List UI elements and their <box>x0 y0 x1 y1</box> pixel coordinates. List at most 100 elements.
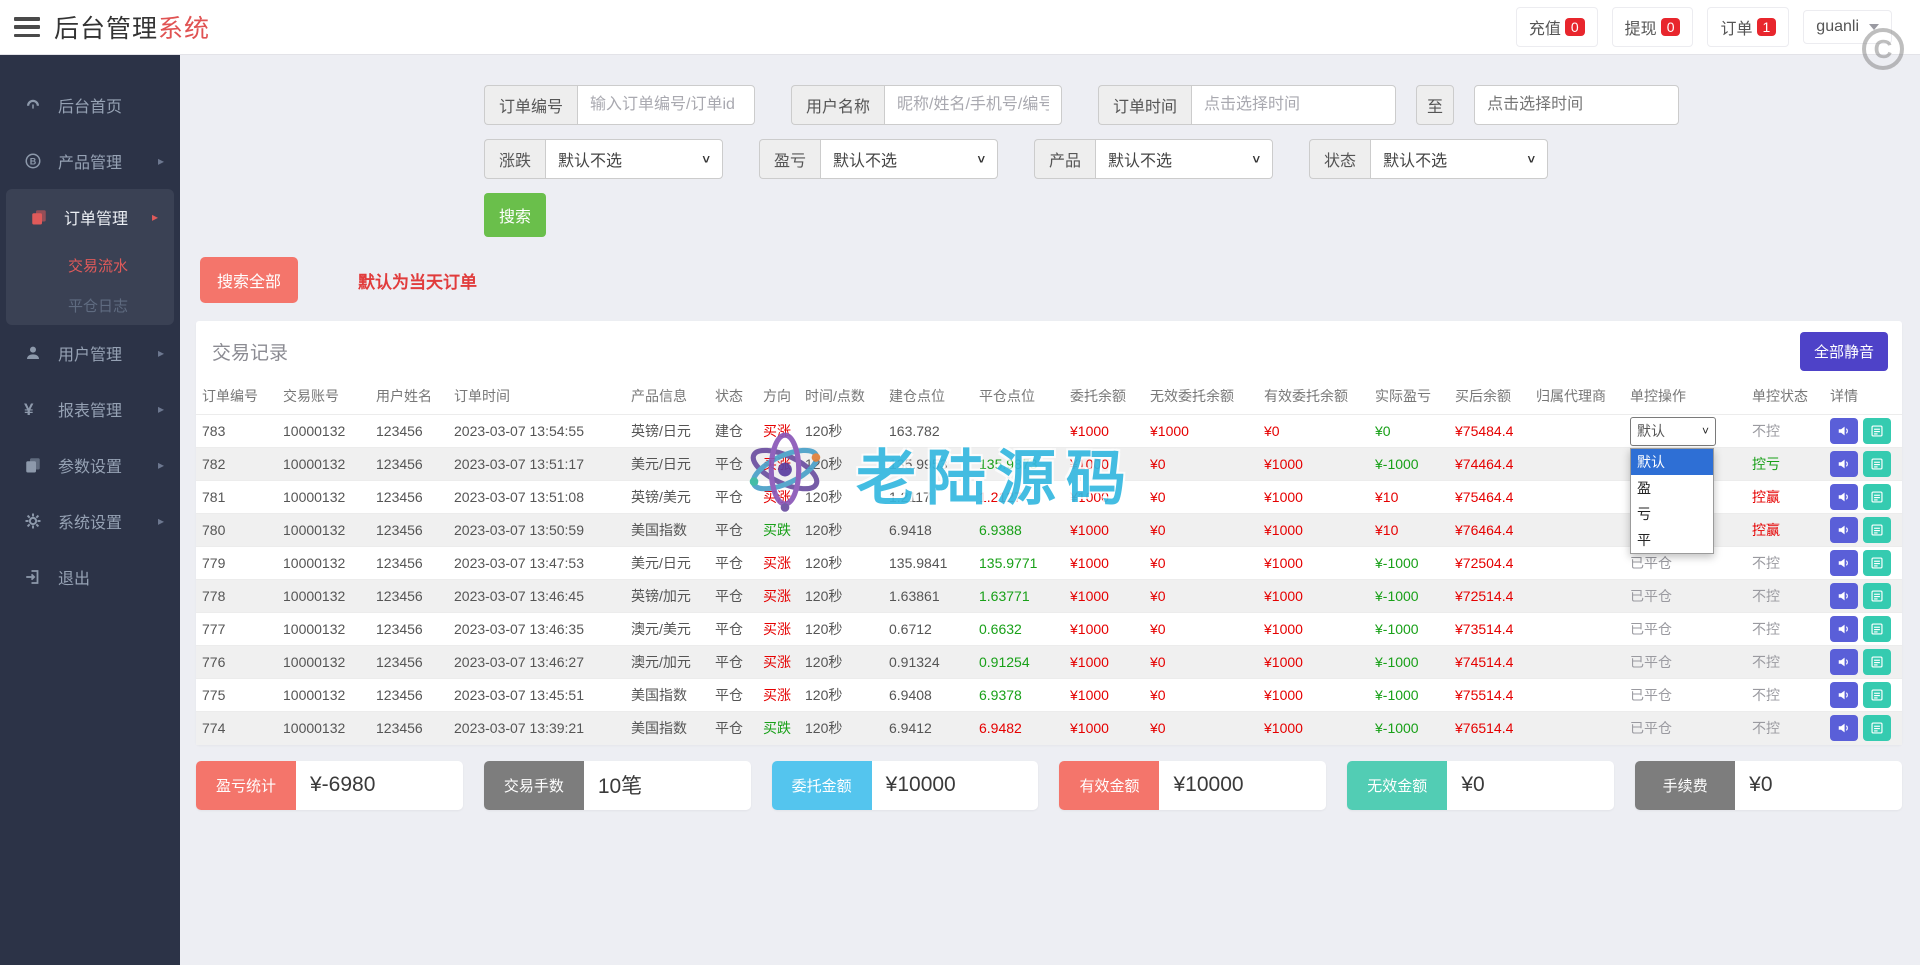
col-valid-entrust: 有效委托余额 <box>1258 380 1369 415</box>
updown-filter: 涨跌 默认不选˅ <box>484 139 723 179</box>
order-id-input[interactable] <box>577 85 755 125</box>
sidebar-item-report[interactable]: ¥报表管理▸ <box>0 381 180 437</box>
sidebar-item-params[interactable]: 参数设置▸ <box>0 437 180 493</box>
sidebar-item-order[interactable]: 订单管理▸ <box>6 189 174 245</box>
voice-icon[interactable] <box>1830 649 1858 675</box>
cell-product: 澳元/美元 <box>625 613 709 646</box>
detail-list-icon[interactable] <box>1863 583 1891 609</box>
control-select[interactable]: 默认˅ <box>1630 417 1716 446</box>
user-menu[interactable]: guanli <box>1803 10 1892 44</box>
cell-profit: ¥-1000 <box>1369 547 1449 580</box>
orders-button[interactable]: 订单 1 <box>1707 7 1789 47</box>
search-all-button[interactable]: 搜索全部 <box>200 257 298 303</box>
cell-close-point: 6.9378 <box>973 679 1064 712</box>
cell-balance-after: ¥75464.4 <box>1449 481 1530 514</box>
detail-list-icon[interactable] <box>1863 550 1891 576</box>
mute-all-button[interactable]: 全部静音 <box>1800 332 1888 371</box>
control-option[interactable]: 平 <box>1631 527 1713 553</box>
cell-direction: 买涨 <box>757 481 799 514</box>
cell-duration: 120秒 <box>799 679 883 712</box>
stat-box: 有效金额¥10000 <box>1059 761 1326 810</box>
cell-agent <box>1530 547 1624 580</box>
sidebar-subitem[interactable]: 交易流水 <box>6 245 174 285</box>
detail-list-icon[interactable] <box>1863 517 1891 543</box>
cell-detail <box>1824 481 1902 514</box>
cell-valid-entrust: ¥1000 <box>1258 613 1369 646</box>
voice-icon[interactable] <box>1830 715 1858 741</box>
detail-list-icon[interactable] <box>1863 616 1891 642</box>
voice-icon[interactable] <box>1830 616 1858 642</box>
cell-duration: 120秒 <box>799 580 883 613</box>
recharge-button[interactable]: 充值 0 <box>1516 7 1598 47</box>
order-time-end-input[interactable] <box>1474 85 1679 125</box>
cell-direction: 买涨 <box>757 679 799 712</box>
col-duration: 时间/点数 <box>799 380 883 415</box>
cell-agent <box>1530 580 1624 613</box>
sidebar-item-user[interactable]: 用户管理▸ <box>0 325 180 381</box>
detail-list-icon[interactable] <box>1863 451 1891 477</box>
status-select[interactable]: 默认不选˅ <box>1370 139 1548 179</box>
cell-agent <box>1530 679 1624 712</box>
detail-list-icon[interactable] <box>1863 715 1891 741</box>
control-option[interactable]: 默认 <box>1631 449 1713 475</box>
cell-account: 10000132 <box>277 415 370 448</box>
voice-icon[interactable] <box>1830 682 1858 708</box>
cell-account: 10000132 <box>277 580 370 613</box>
col-invalid-entrust: 无效委托余额 <box>1144 380 1258 415</box>
voice-icon[interactable] <box>1830 418 1858 444</box>
sidebar-item-settings[interactable]: 系统设置▸ <box>0 493 180 549</box>
updown-select[interactable]: 默认不选˅ <box>545 139 723 179</box>
settings-icon <box>24 512 44 530</box>
profit-select[interactable]: 默认不选˅ <box>820 139 998 179</box>
control-option[interactable]: 盈 <box>1631 475 1713 501</box>
col-profit: 实际盈亏 <box>1369 380 1449 415</box>
withdraw-button[interactable]: 提现 0 <box>1612 7 1694 47</box>
cell-profit: ¥-1000 <box>1369 646 1449 679</box>
cell-status: 平仓 <box>709 679 757 712</box>
cell-entrust-balance: ¥1000 <box>1064 481 1144 514</box>
cell-control-state: 控赢 <box>1746 481 1824 514</box>
cell-status: 平仓 <box>709 646 757 679</box>
sidebar-item-label: 报表管理 <box>58 397 122 421</box>
col-user-name: 用户姓名 <box>370 380 448 415</box>
col-close-point: 平仓点位 <box>973 380 1064 415</box>
voice-icon[interactable] <box>1830 517 1858 543</box>
cell-control-op: 已平仓 <box>1624 679 1746 712</box>
voice-icon[interactable] <box>1830 583 1858 609</box>
cell-control-state: 不控 <box>1746 712 1824 745</box>
voice-icon[interactable] <box>1830 484 1858 510</box>
order-time-start-input[interactable] <box>1191 85 1396 125</box>
stat-value: ¥10000 <box>872 761 1039 810</box>
cell-close-point: 0.91254 <box>973 646 1064 679</box>
cell-duration: 120秒 <box>799 415 883 448</box>
menu-toggle-icon[interactable] <box>14 17 40 37</box>
user-name-input[interactable] <box>884 85 1062 125</box>
detail-list-icon[interactable] <box>1863 418 1891 444</box>
cell-invalid-entrust: ¥0 <box>1144 613 1258 646</box>
search-button[interactable]: 搜索 <box>484 193 546 237</box>
voice-icon[interactable] <box>1830 550 1858 576</box>
sidebar-item-logout[interactable]: 退出 <box>0 549 180 605</box>
stat-box: 委托金额¥10000 <box>772 761 1039 810</box>
cell-valid-entrust: ¥1000 <box>1258 646 1369 679</box>
table-row: 774100001321234562023-03-07 13:39:21美国指数… <box>196 712 1902 745</box>
cell-product: 英镑/日元 <box>625 415 709 448</box>
cell-product: 美元/日元 <box>625 448 709 481</box>
detail-list-icon[interactable] <box>1863 649 1891 675</box>
col-entrust-balance: 委托余额 <box>1064 380 1144 415</box>
cell-direction: 买跌 <box>757 712 799 745</box>
detail-list-icon[interactable] <box>1863 484 1891 510</box>
sidebar-subitem[interactable]: 平仓日志 <box>6 285 174 325</box>
cell-detail <box>1824 679 1902 712</box>
cell-open-point: 0.91324 <box>883 646 973 679</box>
cell-agent <box>1530 448 1624 481</box>
cell-balance-after: ¥72504.4 <box>1449 547 1530 580</box>
detail-list-icon[interactable] <box>1863 682 1891 708</box>
svg-text:B: B <box>30 156 37 166</box>
product-select[interactable]: 默认不选˅ <box>1095 139 1273 179</box>
control-option[interactable]: 亏 <box>1631 501 1713 527</box>
voice-icon[interactable] <box>1830 451 1858 477</box>
cell-product: 美国指数 <box>625 679 709 712</box>
sidebar-item-product[interactable]: B产品管理▸ <box>0 133 180 189</box>
sidebar-item-dashboard[interactable]: 后台首页 <box>0 77 180 133</box>
